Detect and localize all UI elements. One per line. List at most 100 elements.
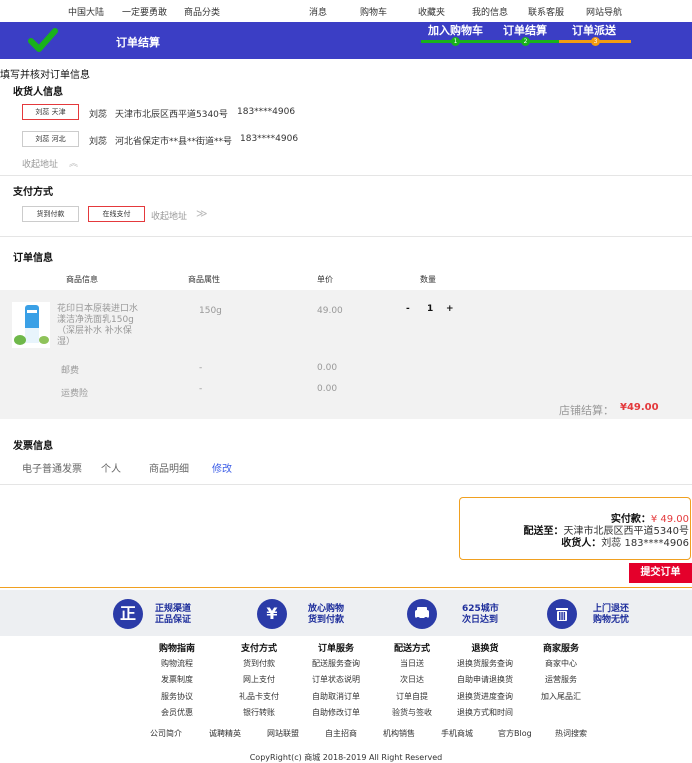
footer-link[interactable]: 官方Blog <box>498 728 532 739</box>
chevron-up-icon[interactable]: ︽ <box>69 156 78 169</box>
guarantee-band: 正 正规渠道 正品保证 ¥ 放心购物 货到付款 625城市 次日达到 上门退还 购物无忧 <box>0 590 692 636</box>
footer-link[interactable]: 货到付款 <box>229 658 289 675</box>
fee-attr: - <box>199 363 203 373</box>
quantity-plus-button[interactable]: + <box>446 304 454 314</box>
product-name[interactable]: 花印日本原装进口水漾洁净洗面乳150g（深层补水 补水保湿） <box>57 304 139 348</box>
footer-col-merchant: 商家服务 商家中心 运营服务 加入尾品汇 <box>533 641 589 707</box>
address-phone: 183****4906 <box>240 134 299 144</box>
receiver-label: 收货人： <box>561 538 602 549</box>
nav-my-info[interactable]: 我的信息 <box>472 5 508 18</box>
invoice-title: 发票信息 <box>13 441 53 452</box>
address-tag-tianjin[interactable]: 刘蕊 天津 <box>22 104 79 120</box>
yuan-icon: ¥ <box>257 599 287 629</box>
shop-total-label: 店铺结算： <box>559 404 614 417</box>
header-title: 订单结算 <box>116 36 160 49</box>
footer-link[interactable]: 商家中心 <box>533 658 589 675</box>
footer-link[interactable]: 自助申请退换货 <box>450 674 520 691</box>
guarantee-text: 放心购物 货到付款 <box>308 604 345 625</box>
footer-link[interactable]: 服务协议 <box>150 691 204 708</box>
quantity-minus-button[interactable]: - <box>406 304 410 314</box>
shop-total-value: ¥49.00 <box>620 402 659 413</box>
footer-link[interactable]: 自助修改订单 <box>303 707 369 724</box>
footer-link[interactable]: 网上支付 <box>229 674 289 691</box>
collapse-payment-link[interactable]: 收起地址 <box>151 209 187 222</box>
footer-link[interactable]: 加入尾品汇 <box>533 691 589 708</box>
chevron-right-icon[interactable]: ≫ <box>196 207 208 220</box>
footer-link[interactable]: 配送服务查询 <box>303 658 369 675</box>
address-line: 河北省保定市**县**街道**号 <box>115 137 233 147</box>
guarantee-text: 625城市 次日达到 <box>462 604 499 625</box>
nav-site-map[interactable]: 网站导航 <box>586 5 622 18</box>
invoice-content: 商品明细 <box>149 464 189 475</box>
footer: 正 正规渠道 正品保证 ¥ 放心购物 货到付款 625城市 次日达到 上门退还 购物无忧… <box>0 588 692 763</box>
footer-link[interactable]: 诚聘精英 <box>209 728 241 739</box>
divider <box>0 236 692 237</box>
invoice-title-type: 个人 <box>101 464 121 475</box>
quantity-stepper: - 1 + <box>404 304 454 318</box>
divider <box>0 484 692 485</box>
nav-customer-service[interactable]: 联系客服 <box>528 5 564 18</box>
product-image[interactable] <box>12 302 50 348</box>
footer-link[interactable]: 自助取消订单 <box>303 691 369 708</box>
footer-link[interactable]: 礼品卡支付 <box>229 691 289 708</box>
product-price: 49.00 <box>317 306 343 316</box>
divider <box>0 175 692 176</box>
address-name: 刘蕊 <box>89 110 108 120</box>
footer-link[interactable]: 公司简介 <box>150 728 182 739</box>
nav-favorites[interactable]: 收藏夹 <box>418 5 445 18</box>
footer-link[interactable]: 当日送 <box>385 658 439 675</box>
receiver-row: 收货人：刘蕊 183****4906 <box>561 534 689 549</box>
order-summary-box: 实付款：¥ 49.00 配送至：天津市北辰区西平道5340号 收货人：刘蕊 18… <box>459 497 691 560</box>
col-product-attr: 商品属性 <box>188 275 220 284</box>
footer-link[interactable]: 机构销售 <box>383 728 415 739</box>
receiver-value: 刘蕊 183****4906 <box>601 538 689 549</box>
footer-link[interactable]: 验货与签收 <box>385 707 439 724</box>
footer-link[interactable]: 银行转账 <box>229 707 289 724</box>
receiver-title: 收货人信息 <box>13 87 63 98</box>
invoice-edit-link[interactable]: 修改 <box>212 460 232 475</box>
payment-cod-button[interactable]: 货到付款 <box>22 206 79 222</box>
collapse-address-link[interactable]: 收起地址 <box>22 157 58 170</box>
footer-col-guide: 购物指南 购物流程 发票制度 服务协议 会员优惠 <box>150 641 204 724</box>
col-unit-price: 单价 <box>317 275 333 284</box>
footer-link[interactable]: 发票制度 <box>150 674 204 691</box>
step-dot-2: 2 <box>521 37 530 46</box>
footer-link[interactable]: 自主招商 <box>325 728 357 739</box>
footer-link[interactable]: 热词搜索 <box>555 728 587 739</box>
footer-link[interactable]: 购物流程 <box>150 658 204 675</box>
footer-link[interactable]: 网站联盟 <box>267 728 299 739</box>
nav-messages[interactable]: 消息 <box>309 5 327 18</box>
nav-cart[interactable]: 购物车 <box>360 5 387 18</box>
payment-online-button[interactable]: 在线支付 <box>88 206 145 222</box>
order-title: 订单信息 <box>13 253 53 264</box>
footer-link[interactable]: 手机商城 <box>441 728 473 739</box>
genuine-icon: 正 <box>113 599 143 629</box>
checkmark-icon <box>28 28 58 52</box>
nav-categories[interactable]: 商品分类 <box>184 5 220 18</box>
ship-label: 配送至： <box>523 526 564 537</box>
submit-order-button[interactable]: 提交订单 <box>629 563 692 583</box>
nav-region[interactable]: 中国大陆 <box>68 5 104 18</box>
guarantee-text: 正规渠道 正品保证 <box>155 604 192 625</box>
footer-link[interactable]: 退换货进度查询 <box>450 691 520 708</box>
nav-user[interactable]: 一定要勇敢 <box>122 5 167 18</box>
top-nav: 中国大陆 一定要勇敢 商品分类 消息 购物车 收藏夹 我的信息 联系客服 网站导… <box>0 0 692 22</box>
footer-col-payment: 支付方式 货到付款 网上支付 礼品卡支付 银行转账 <box>229 641 289 724</box>
footer-link[interactable]: 次日达 <box>385 674 439 691</box>
step-delivery: 订单派送 <box>572 24 616 37</box>
car-icon <box>407 599 437 629</box>
address-name: 刘蕊 <box>89 137 108 147</box>
step-add-to-cart: 加入购物车 <box>428 24 483 37</box>
quantity-input[interactable]: 1 <box>427 304 433 314</box>
address-tag-hebei[interactable]: 刘蕊 河北 <box>22 131 79 147</box>
col-product-info: 商品信息 <box>66 275 98 284</box>
footer-link[interactable]: 运营服务 <box>533 674 589 691</box>
footer-link[interactable]: 订单状态说明 <box>303 674 369 691</box>
footer-link[interactable]: 订单自提 <box>385 691 439 708</box>
footer-link[interactable]: 会员优惠 <box>150 707 204 724</box>
footer-link[interactable]: 退换货服务查询 <box>450 658 520 675</box>
fee-label: 邮费 <box>61 366 80 376</box>
invoice-type: 电子普通发票 <box>22 464 82 475</box>
footer-link[interactable]: 退换方式和时间 <box>450 707 520 724</box>
fee-attr: - <box>199 384 203 394</box>
